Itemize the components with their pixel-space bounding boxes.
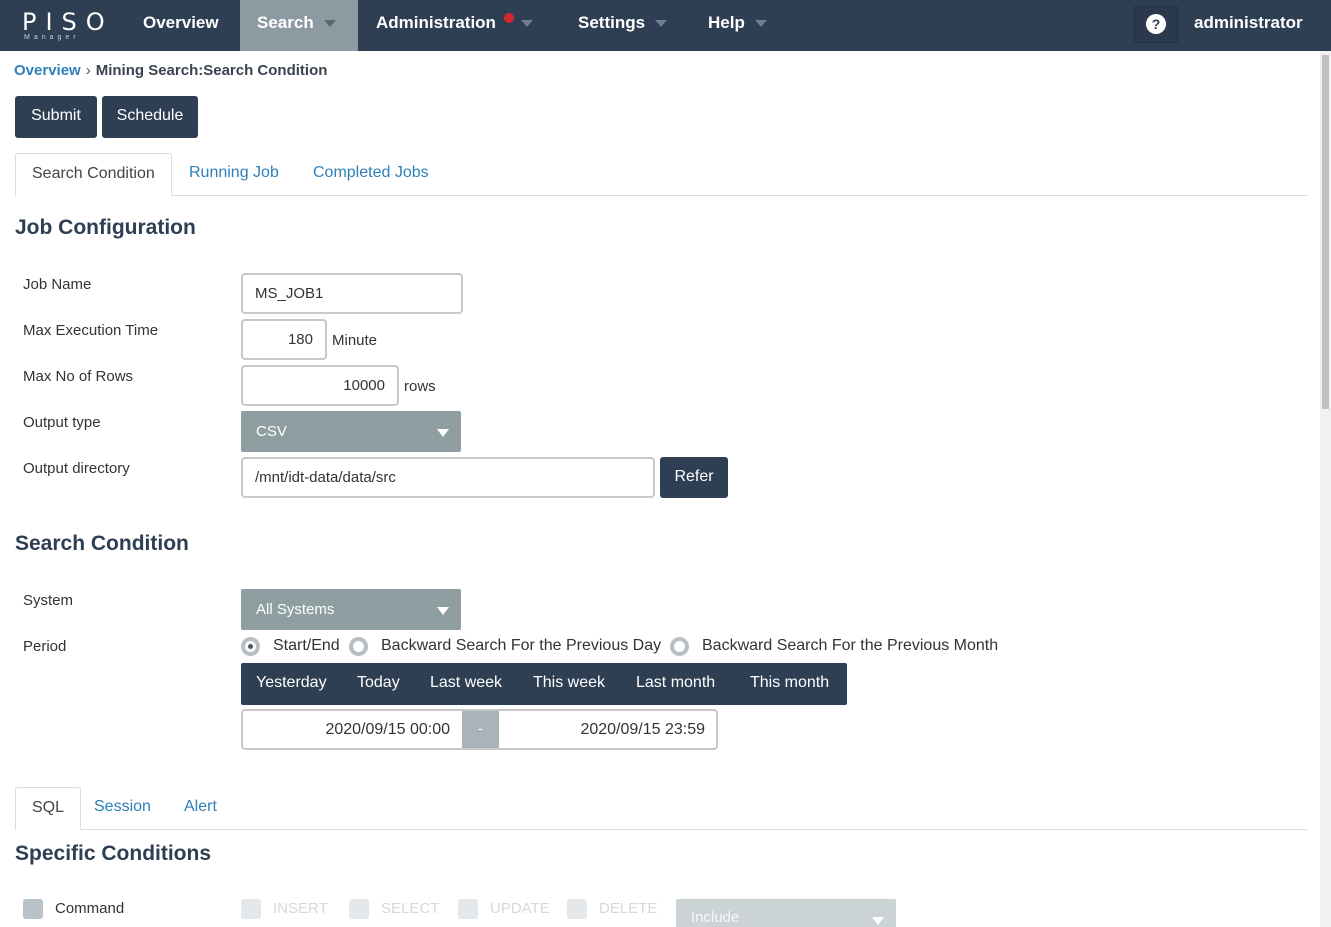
refer-button[interactable]: Refer [660,457,728,498]
breadcrumb-separator: › [85,62,91,79]
max-execution-time-input[interactable]: 180 [241,319,327,360]
max-rows-unit: rows [404,378,436,395]
chevron-down-icon [323,20,336,28]
date-range-group: 2020/09/15 00:00 - 2020/09/15 23:59 [241,709,718,750]
quick-last-week-button[interactable]: Last week [430,663,502,705]
nav-overview-label: Overview [143,13,219,32]
period-previous-month-radio[interactable] [670,637,689,656]
chevron-down-icon [754,20,767,28]
end-datetime-input[interactable]: 2020/09/15 23:59 [499,711,705,748]
quick-this-month-button[interactable]: This month [750,663,829,705]
max-execution-time-label: Max Execution Time [23,322,159,339]
output-type-select[interactable]: CSV [241,411,461,452]
chevron-down-icon [872,917,884,925]
nav-overview[interactable]: Overview [126,0,236,51]
nav-settings[interactable]: Settings [561,0,684,51]
job-name-label: Job Name [23,276,92,293]
nav-help-label: Help [708,13,745,32]
chevron-down-icon [437,429,449,437]
user-menu[interactable]: administrator [1194,0,1303,46]
output-directory-input[interactable]: /mnt/idt-data/data/src [241,457,655,498]
nav-help[interactable]: Help [691,0,784,51]
chevron-down-icon [437,607,449,615]
nav-search-label: Search [257,13,314,32]
breadcrumb: Overview › Mining Search:Search Condition [14,62,327,79]
schedule-button[interactable]: Schedule [102,96,198,138]
notification-dot-icon [504,13,514,23]
insert-checkbox[interactable] [241,899,261,919]
update-label: UPDATE [490,900,550,917]
period-start-end-radio[interactable] [241,637,260,656]
help-button[interactable]: ? [1134,6,1178,43]
tab-search-condition[interactable]: Search Condition [15,153,172,196]
output-directory-label: Output directory [23,460,130,477]
nav-administration[interactable]: Administration [359,0,557,51]
period-previous-month-label[interactable]: Backward Search For the Previous Month [702,637,998,655]
delete-label: DELETE [599,900,658,917]
nav-settings-label: Settings [578,13,646,32]
command-match-select[interactable]: Include [676,899,896,927]
job-configuration-heading: Job Configuration [15,216,196,239]
insert-label: INSERT [273,900,328,917]
system-label: System [23,592,74,609]
tab-completed-jobs[interactable]: Completed Jobs [297,153,445,196]
chevron-down-icon [655,20,668,28]
output-type-label: Output type [23,414,101,431]
job-name-input[interactable]: MS_JOB1 [241,273,463,314]
search-condition-heading: Search Condition [15,532,189,555]
tab-running-job[interactable]: Running Job [173,153,295,196]
max-rows-input[interactable]: 10000 [241,365,399,406]
period-previous-day-radio[interactable] [349,637,368,656]
command-label[interactable]: Command [55,900,124,917]
system-value: All Systems [256,601,335,618]
specific-conditions-heading: Specific Conditions [15,842,212,865]
top-navbar: PISO Manager Overview Search Administrat… [0,0,1331,51]
output-type-value: CSV [256,423,287,440]
chevron-down-icon [520,20,533,28]
period-label: Period [23,638,67,655]
breadcrumb-current: Mining Search:Search Condition [95,62,328,79]
period-start-end-label[interactable]: Start/End [273,637,340,655]
quick-today-button[interactable]: Today [357,663,400,705]
quick-last-month-button[interactable]: Last month [636,663,715,705]
tab-alert[interactable]: Alert [168,787,233,830]
command-match-value: Include [691,909,740,926]
logo-text: PISO [22,8,114,36]
quick-range-bar: Yesterday Today Last week This week Last… [241,663,847,705]
quick-yesterday-button[interactable]: Yesterday [256,663,327,705]
update-checkbox[interactable] [458,899,478,919]
delete-checkbox[interactable] [567,899,587,919]
vertical-scrollbar[interactable] [1320,51,1331,927]
logo-subtext: Manager [24,34,80,41]
scrollbar-thumb[interactable] [1322,55,1329,409]
quick-this-week-button[interactable]: This week [533,663,605,705]
tab-session[interactable]: Session [78,787,167,830]
piso-logo[interactable]: PISO Manager [20,8,110,44]
system-select[interactable]: All Systems [241,589,461,630]
select-checkbox[interactable] [349,899,369,919]
period-previous-day-label[interactable]: Backward Search For the Previous Day [381,637,661,655]
max-execution-time-unit: Minute [332,332,378,349]
command-checkbox[interactable] [23,899,43,919]
nav-administration-label: Administration [376,13,496,32]
max-rows-label: Max No of Rows [23,368,134,385]
tab-sql[interactable]: SQL [15,787,82,830]
date-range-separator: - [462,711,499,748]
start-datetime-input[interactable]: 2020/09/15 00:00 [243,711,450,748]
submit-button[interactable]: Submit [15,96,97,138]
nav-search[interactable]: Search [240,0,358,51]
select-label: SELECT [381,900,440,917]
question-circle-icon: ? [1146,14,1166,34]
breadcrumb-overview-link[interactable]: Overview [14,62,81,79]
